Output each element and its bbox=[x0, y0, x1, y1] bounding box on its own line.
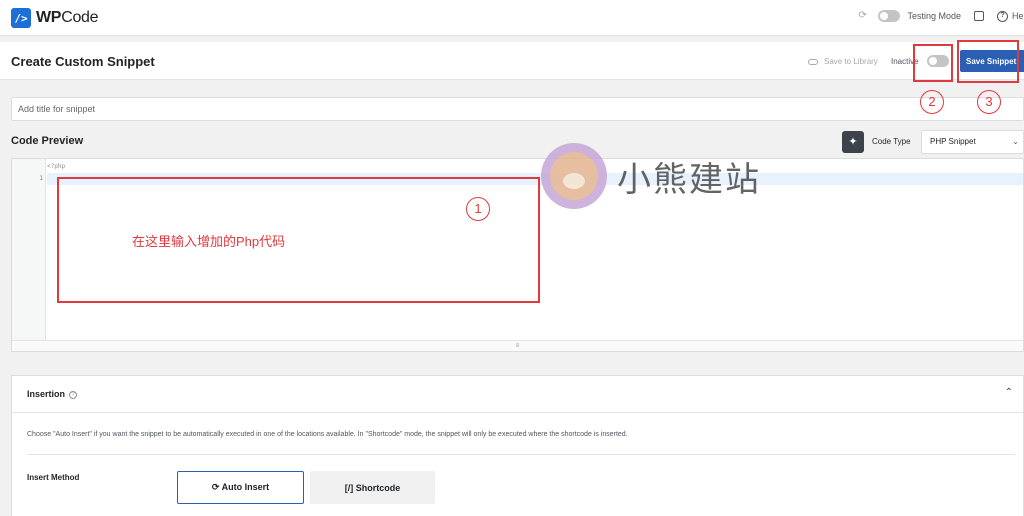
bear-logo-icon bbox=[541, 143, 607, 209]
ai-generate-button[interactable]: ✦ bbox=[842, 131, 864, 153]
watermark-text: 小熊建站 bbox=[617, 159, 761, 200]
divider bbox=[27, 454, 1015, 455]
annotation-marker-3: 3 bbox=[977, 90, 1001, 114]
testing-mode-toggle[interactable] bbox=[878, 10, 901, 22]
logo-text: WPCode bbox=[36, 9, 99, 26]
editor-resize-handle[interactable]: ≡ bbox=[12, 340, 1023, 351]
insertion-description: Choose "Auto Insert" if you want the sni… bbox=[27, 431, 628, 438]
snippet-title-input[interactable] bbox=[11, 97, 1024, 121]
code-type-selected-value: PHP Snippet bbox=[930, 137, 976, 146]
shortcode-icon: [/] bbox=[344, 482, 356, 493]
code-preview-title: Code Preview bbox=[11, 135, 84, 147]
annotation-marker-2: 2 bbox=[920, 90, 944, 114]
testing-mode-label: Testing Mode bbox=[907, 11, 961, 21]
help-label[interactable]: Help bbox=[1012, 11, 1024, 21]
insertion-panel: Insertion? ⌃ Choose "Auto Insert" if you… bbox=[11, 375, 1024, 516]
insert-method-label: Insert Method bbox=[27, 473, 80, 482]
annotation-box-toggle bbox=[913, 44, 953, 82]
top-right-controls: ⟳ Testing Mode ? Help bbox=[858, 10, 1024, 22]
wpcode-logo-icon: /> bbox=[11, 8, 31, 28]
cloud-icon bbox=[808, 58, 818, 65]
annotation-box-save bbox=[957, 40, 1019, 83]
shortcode-button[interactable]: [/] Shortcode bbox=[310, 471, 435, 504]
page-title: Create Custom Snippet bbox=[11, 54, 155, 69]
editor-gutter: 1 bbox=[12, 159, 46, 341]
watermark: 小熊建站 bbox=[541, 143, 761, 209]
refresh-icon: ⟳ bbox=[211, 482, 222, 492]
page-header: Create Custom Snippet Save to Library In… bbox=[0, 42, 1024, 80]
save-to-library-button[interactable]: Save to Library bbox=[808, 57, 878, 66]
wpcode-logo[interactable]: /> WPCode bbox=[11, 8, 99, 28]
chevron-down-icon: ⌄ bbox=[1012, 137, 1019, 146]
sync-icon[interactable]: ⟳ bbox=[858, 11, 868, 21]
line-number: 1 bbox=[39, 175, 43, 182]
code-type-select[interactable]: PHP Snippet ⌄ bbox=[921, 130, 1024, 154]
annotation-box-code-area bbox=[57, 177, 540, 303]
code-type-label: Code Type bbox=[872, 137, 911, 146]
question-icon[interactable]: ? bbox=[69, 391, 78, 399]
help-circle-icon[interactable]: ? bbox=[997, 10, 1008, 22]
inbox-icon[interactable] bbox=[974, 11, 984, 21]
code-line-php-open: <?php bbox=[47, 163, 66, 170]
save-to-library-label: Save to Library bbox=[824, 57, 878, 66]
insertion-title: Insertion? bbox=[27, 389, 78, 399]
annotation-marker-1: 1 bbox=[466, 197, 490, 221]
chevron-up-icon[interactable]: ⌃ bbox=[1005, 387, 1013, 398]
top-bar: /> WPCode ⟳ Testing Mode ? Help bbox=[0, 0, 1024, 36]
auto-insert-button[interactable]: ⟳ Auto Insert bbox=[177, 471, 304, 504]
insertion-header[interactable]: Insertion? ⌃ bbox=[12, 376, 1023, 413]
annotation-instruction: 在这里输入增加的Php代码 bbox=[132, 234, 286, 249]
